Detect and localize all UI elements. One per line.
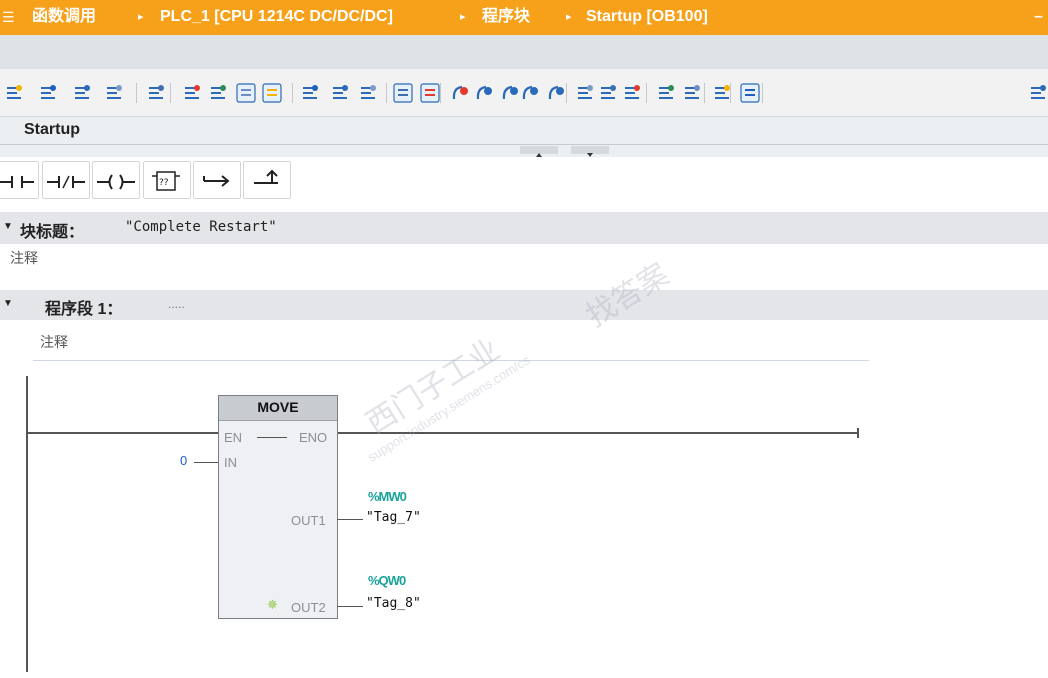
box-icon[interactable] (208, 83, 228, 103)
network-title[interactable]: ..... (168, 297, 185, 311)
toolbar-separator (730, 83, 731, 103)
breadcrumb-block[interactable]: Startup [OB100] (586, 0, 708, 35)
header-band (0, 35, 1048, 69)
toolbar-separator (386, 83, 387, 103)
collapse-triangle-icon[interactable]: ▼ (3, 221, 13, 232)
lock-icon[interactable] (146, 83, 166, 103)
breadcrumb-separator: ▸ (566, 11, 572, 23)
block-title-value[interactable]: "Complete Restart" (125, 219, 277, 235)
out2-wire (337, 606, 363, 607)
splitter-down-button[interactable] (571, 146, 609, 157)
toolbar-separator (170, 83, 171, 103)
monitor-icon[interactable] (740, 83, 760, 103)
delete-breakpoint-icon[interactable] (474, 83, 494, 103)
title-bar: ☰ 函数调用 ▸ PLC_1 [CPU 1214C DC/DC/DC] ▸ 程序… (0, 0, 1048, 35)
move-box-name: MOVE (257, 399, 299, 415)
step-next-icon[interactable] (622, 83, 642, 103)
block-tab-row: Startup (0, 116, 1048, 145)
pin-out2: OUT2 (291, 600, 326, 615)
comment-icon[interactable] (262, 83, 282, 103)
pin-eno: ENO (299, 430, 328, 445)
breadcrumb-project[interactable]: 函数调用 (32, 0, 96, 35)
minimize-button[interactable]: – (1034, 0, 1043, 35)
out2-tag[interactable]: "Tag_8" (366, 596, 421, 611)
breadcrumb-plc[interactable]: PLC_1 [CPU 1214C DC/DC/DC] (160, 0, 393, 35)
pin-in: IN (224, 455, 237, 470)
out1-wire (337, 519, 363, 520)
collapse-triangle-icon[interactable]: ▼ (3, 298, 13, 309)
add-pin-icon[interactable]: ✵ (267, 597, 278, 613)
toolbar-separator (566, 83, 567, 103)
watermark-line3: 找答案 (580, 257, 675, 334)
rung-end-marker (857, 428, 859, 438)
in-wire (194, 462, 218, 463)
network-comment[interactable]: 注释 (40, 332, 68, 352)
in-value[interactable]: 0 (180, 453, 187, 468)
rung-wire-in (28, 432, 218, 434)
symbol-absolute-icon[interactable] (358, 83, 378, 103)
toolbar-separator (704, 83, 705, 103)
jump-forward-icon[interactable] (682, 83, 702, 103)
block-title-header: ▼ 块标题： "Complete Restart" (0, 212, 1048, 244)
menu-icon[interactable]: ☰ (2, 0, 15, 35)
favorites-icon[interactable] (420, 83, 440, 103)
out1-tag[interactable]: "Tag_7" (366, 510, 421, 525)
toolbar-separator (440, 83, 441, 103)
call-structure-icon[interactable] (712, 83, 732, 103)
toolbar-separator (646, 83, 647, 103)
breadcrumb-separator: ▸ (138, 11, 144, 23)
move-function-box[interactable]: MOVE EN ENO IN OUT1 OUT2 ✵ (218, 395, 338, 619)
toolbar-separator (136, 83, 137, 103)
close-branch-icon[interactable] (243, 161, 291, 199)
align-left-icon[interactable] (182, 83, 202, 103)
contact-nc-icon[interactable] (42, 161, 90, 199)
collapse-icon[interactable] (236, 83, 256, 103)
pin-out1: OUT1 (291, 513, 326, 528)
open-branch-icon[interactable] (193, 161, 241, 199)
network-label: 程序段 1： (45, 301, 123, 318)
go-to-next-icon[interactable] (520, 83, 540, 103)
svg-text:??: ?? (159, 178, 169, 188)
splitter-up-button[interactable] (520, 146, 558, 157)
show-monitoring-icon[interactable] (546, 83, 566, 103)
out2-address[interactable]: %QW0 (368, 573, 406, 588)
block-title-label: 块标题： (20, 224, 85, 241)
power-rail (26, 376, 28, 672)
toolbar-separator (762, 83, 763, 103)
breadcrumb-program-blocks[interactable]: 程序块 (482, 0, 530, 35)
insert-row-icon[interactable] (72, 83, 92, 103)
empty-box-icon[interactable]: ?? (143, 161, 191, 199)
reset-breakpoint-icon[interactable] (450, 83, 470, 103)
breadcrumb-separator: ▸ (460, 11, 466, 23)
step-icon[interactable] (598, 83, 618, 103)
en-eno-wire (257, 437, 287, 438)
more-icon[interactable] (1028, 83, 1048, 103)
view-icon[interactable] (393, 83, 413, 103)
symbol-operands-icon[interactable] (330, 83, 350, 103)
out1-address[interactable]: %MW0 (368, 489, 407, 504)
add-row-icon[interactable] (104, 83, 124, 103)
jump-back-icon[interactable] (656, 83, 676, 103)
delete-network-icon[interactable] (38, 83, 58, 103)
absolute-operands-icon[interactable] (300, 83, 320, 103)
block-comment[interactable]: 注释 (10, 248, 38, 268)
coil-icon[interactable] (92, 161, 140, 199)
toolbar-separator (292, 83, 293, 103)
insert-network-icon[interactable] (4, 83, 24, 103)
contact-no-icon[interactable] (0, 161, 39, 199)
go-to-icon[interactable] (500, 83, 520, 103)
first-icon[interactable] (575, 83, 595, 103)
network-header: ▼ 程序段 1： ..... (0, 290, 1048, 320)
block-tab-label[interactable]: Startup (24, 121, 80, 139)
pin-en: EN (224, 430, 243, 445)
